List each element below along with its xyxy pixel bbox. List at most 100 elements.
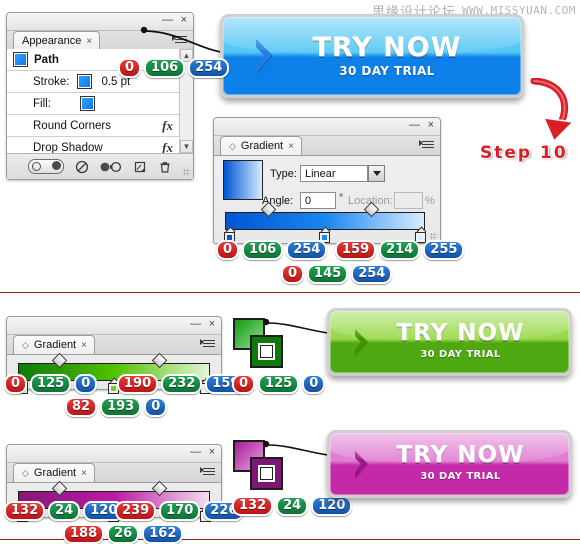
gradient-blue-tabrow: ◇ Gradient × <box>214 136 440 156</box>
tab-appearance[interactable]: Appearance × <box>13 31 101 50</box>
close-icon[interactable]: × <box>181 15 187 26</box>
rgb-chip-red: 0 <box>4 374 28 394</box>
stroke-color-swatch[interactable] <box>77 74 93 89</box>
rgb-chip-blue: 120 <box>311 496 353 516</box>
tab-close-icon[interactable]: × <box>288 141 294 152</box>
gradient-purple-tabrow: ◇ Gradient × <box>7 463 221 483</box>
rgb-chip-green: 24 <box>276 496 309 516</box>
clear-appearance-icon[interactable] <box>75 160 89 174</box>
tab-gradient[interactable]: ◇ Gradient × <box>13 335 95 354</box>
rgb-chip-blue: 255 <box>423 240 465 260</box>
rgb-chips-green-right: 190 232 159 <box>117 374 247 394</box>
appearance-row-fill-label: Fill: <box>33 97 51 110</box>
button-green-text: TRY NOW 30 DAY TRIAL <box>372 322 569 362</box>
button-blue-inner: TRY NOW 30 DAY TRIAL <box>223 17 521 95</box>
minimize-icon[interactable]: — <box>409 120 420 131</box>
rgb-chip-blue: 0 <box>144 397 168 417</box>
panel-menu-icon[interactable] <box>201 464 217 478</box>
new-item-icon[interactable] <box>133 160 147 174</box>
button-blue-subtitle: 30 DAY TRIAL <box>339 64 435 78</box>
rgb-chip-green: 24 <box>48 501 81 521</box>
appearance-row-path-label: Path <box>34 53 59 66</box>
minimize-icon[interactable]: — <box>190 319 201 330</box>
toggle-visibility-icon[interactable] <box>28 159 64 174</box>
button-green-title: TRY NOW <box>396 320 525 346</box>
minimize-icon[interactable]: — <box>162 15 173 26</box>
tab-gradient-label: Gradient <box>240 140 284 152</box>
button-purple-text: TRY NOW 30 DAY TRIAL <box>372 444 569 484</box>
button-purple-title: TRY NOW <box>396 442 525 468</box>
gradient-blue-titlebar: — × <box>214 118 440 136</box>
gradient-panel-blue[interactable]: — × ◇ Gradient × Type: Linear Angle: 0 °… <box>213 117 441 244</box>
gradient-preview-swatch[interactable] <box>223 160 263 200</box>
appearance-panel-tabrow: Appearance × <box>7 31 193 51</box>
appearance-row-round-corners[interactable]: Round Corners fx <box>7 115 193 137</box>
appearance-panel-footer <box>7 153 193 179</box>
rgb-chips-stroke: 0 106 254 <box>118 58 230 78</box>
rgb-chip-red: 0 <box>118 58 142 78</box>
rgb-chip-red: 132 <box>232 496 274 516</box>
tab-appearance-label: Appearance <box>22 35 82 47</box>
duplicate-item-icon[interactable] <box>100 160 122 174</box>
scroll-down-icon[interactable]: ▼ <box>180 140 193 153</box>
minimize-icon[interactable]: — <box>190 447 201 458</box>
rgb-chip-red: 188 <box>63 524 105 544</box>
gradient-green-tabrow: ◇ Gradient × <box>7 335 221 355</box>
rgb-chip-green: 125 <box>258 374 300 394</box>
gradient-slider-blue[interactable] <box>224 201 426 244</box>
close-icon[interactable]: × <box>209 447 215 458</box>
rgb-chips-swatch-green: 0 125 0 <box>232 374 326 394</box>
tab-close-icon[interactable]: × <box>86 36 92 47</box>
rgb-chip-green: 232 <box>161 374 203 394</box>
resize-grip-icon[interactable] <box>430 233 437 240</box>
fx-icon[interactable]: fx <box>162 118 173 134</box>
rgb-chip-red: 239 <box>115 501 157 521</box>
gradient-green-titlebar: — × <box>7 317 221 335</box>
chevron-down-icon[interactable] <box>368 165 385 182</box>
gradient-blue-body: Type: Linear Angle: 0 ° Location: % <box>214 154 440 243</box>
rgb-chips-swatch-purple: 132 24 120 <box>232 496 353 516</box>
try-now-button-blue[interactable]: TRY NOW 30 DAY TRIAL <box>220 14 524 98</box>
tab-gradient[interactable]: ◇ Gradient × <box>220 136 302 155</box>
rgb-chip-blue: 0 <box>302 374 326 394</box>
tab-close-icon[interactable]: × <box>81 468 87 479</box>
tab-gradient[interactable]: ◇ Gradient × <box>13 463 95 482</box>
rgb-chip-green: 193 <box>100 397 142 417</box>
chevron-right-icon <box>352 326 372 358</box>
button-green-inner: TRY NOW 30 DAY TRIAL <box>330 311 569 373</box>
panel-menu-icon[interactable] <box>173 32 189 46</box>
tab-close-icon[interactable]: × <box>81 340 87 351</box>
step-label: Step 10 <box>480 143 568 163</box>
close-icon[interactable]: × <box>209 319 215 330</box>
rgb-chip-green: 214 <box>379 240 421 260</box>
fill-color-swatch[interactable] <box>79 96 95 111</box>
rgb-chips-green-left: 0 125 0 <box>4 374 98 394</box>
button-purple-subtitle: 30 DAY TRIAL <box>420 471 501 482</box>
rgb-chip-blue: 254 <box>188 58 230 78</box>
resize-grip-icon[interactable] <box>183 169 190 176</box>
appearance-panel-titlebar: — × <box>7 13 193 31</box>
rgb-chips-purple-right: 239 170 226 <box>115 501 245 521</box>
rgb-chips-green-middle: 82 193 0 <box>65 397 168 417</box>
try-now-button-purple[interactable]: TRY NOW 30 DAY TRIAL <box>327 430 572 498</box>
close-icon[interactable]: × <box>428 120 434 131</box>
try-now-button-green[interactable]: TRY NOW 30 DAY TRIAL <box>327 308 572 376</box>
gradient-tab-icon: ◇ <box>22 467 29 478</box>
rgb-chip-green: 125 <box>30 374 72 394</box>
rgb-chip-green: 106 <box>144 58 186 78</box>
button-blue-text: TRY NOW 30 DAY TRIAL <box>279 34 521 78</box>
rgb-chip-green: 145 <box>307 264 349 284</box>
appearance-panel[interactable]: — × Appearance × Path Stroke: 0.5 pt Fil… <box>6 12 194 180</box>
fill-stroke-swatch-purple[interactable] <box>233 440 287 490</box>
panel-menu-icon[interactable] <box>201 336 217 350</box>
appearance-row-fill[interactable]: Fill: <box>7 93 193 115</box>
stroke-swatch[interactable] <box>250 335 283 368</box>
gradient-type-value[interactable]: Linear <box>300 165 368 182</box>
path-color-swatch[interactable] <box>13 52 28 67</box>
panel-menu-icon[interactable] <box>420 137 436 151</box>
fill-stroke-swatch-green[interactable] <box>233 318 287 368</box>
rgb-chip-blue: 254 <box>351 264 393 284</box>
rgb-chip-red: 82 <box>65 397 98 417</box>
stroke-swatch[interactable] <box>250 457 283 490</box>
trash-icon[interactable] <box>158 160 172 174</box>
